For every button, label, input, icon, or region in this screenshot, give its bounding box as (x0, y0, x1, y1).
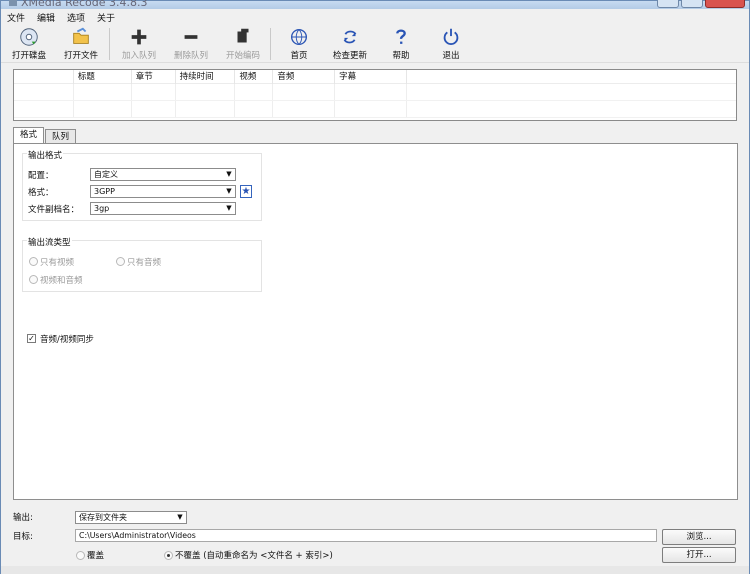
stream-type-group: 输出流类型 只有视频 只有音频 视频和音频 (22, 236, 262, 292)
window-controls (657, 0, 745, 8)
status-bar (1, 566, 749, 574)
encode-icon (237, 28, 249, 43)
chevron-down-icon: ▼ (226, 170, 232, 178)
open-file-label: 打开文件 (63, 51, 98, 61)
help-label: 帮助 (392, 51, 410, 61)
output-format-group: 输出格式 配置： 自定义 ▼ 格式： 3GPP ▼ ★ 文件副档名： 3gp ▼ (22, 149, 262, 221)
power-icon (443, 28, 459, 46)
file-table[interactable]: 标题 章节 持续时间 视频 音频 字幕 (13, 69, 737, 121)
target-path-input[interactable]: C:\Users\Administrator\Videos (75, 529, 657, 542)
title-bar: XMedia Recode 3.4.8.3 (1, 0, 749, 9)
exit-button[interactable]: 退出 (429, 25, 473, 63)
tab-queue[interactable]: 队列 (45, 129, 77, 143)
column-header-subtitles[interactable]: 字幕 (335, 70, 407, 84)
menu-about[interactable]: 关于 (97, 11, 115, 24)
no-overwrite-label[interactable]: 不覆盖 (自动重命名为 <文件名 + 索引>) (175, 549, 333, 561)
menu-edit[interactable]: 编辑 (37, 11, 55, 24)
output-label: 输出: (13, 513, 33, 523)
app-window: XMedia Recode 3.4.8.3 文件 编辑 选项 关于 打开碟盘 打… (0, 0, 750, 574)
menu-bar: 文件 编辑 选项 关于 (1, 10, 749, 24)
overwrite-radio[interactable] (76, 551, 85, 560)
favorite-format-button[interactable]: ★ (240, 185, 252, 198)
table-row[interactable] (14, 84, 736, 101)
video-audio-radio[interactable] (29, 275, 38, 284)
format-select[interactable]: 3GPP ▼ (90, 185, 236, 198)
remove-queue-label: 删除队列 (173, 51, 208, 61)
no-overwrite-radio[interactable] (164, 551, 173, 560)
chevron-down-icon: ▼ (226, 204, 232, 212)
toolbar-separator (109, 28, 110, 60)
start-encode-label: 开始编码 (225, 51, 260, 61)
help-button[interactable]: 帮助 (379, 25, 423, 63)
menu-file[interactable]: 文件 (7, 11, 25, 24)
video-audio-label[interactable]: 视频和音频 (40, 274, 83, 286)
menu-options[interactable]: 选项 (67, 11, 85, 24)
profile-label: 配置： (28, 171, 54, 181)
video-only-label[interactable]: 只有视频 (40, 256, 74, 268)
output-select[interactable]: 保存到文件夹 ▼ (75, 511, 187, 524)
chevron-down-icon: ▼ (177, 513, 183, 521)
table-header: 标题 章节 持续时间 视频 音频 字幕 (14, 70, 736, 84)
folder-open-icon (73, 27, 89, 44)
open-file-button[interactable]: 打开文件 (59, 25, 103, 63)
home-button[interactable]: 首页 (277, 25, 321, 63)
column-header-blank[interactable] (14, 70, 74, 84)
plus-icon (131, 29, 147, 45)
column-header-filler (407, 70, 736, 84)
column-header-chapter[interactable]: 章节 (132, 70, 176, 84)
check-update-button[interactable]: 检查更新 (328, 25, 372, 63)
toolbar: 打开碟盘 打开文件 加入队列 删除队列 开始编码 首页 检查更新 帮助 退出 (1, 25, 749, 63)
maximize-button[interactable] (681, 0, 703, 8)
target-label: 目标: (13, 532, 33, 542)
extension-select[interactable]: 3gp ▼ (90, 202, 236, 215)
extension-label: 文件副档名： (28, 205, 80, 215)
home-label: 首页 (290, 51, 308, 61)
format-panel: 输出格式 配置： 自定义 ▼ 格式： 3GPP ▼ ★ 文件副档名： 3gp ▼… (13, 143, 738, 500)
table-row[interactable] (14, 101, 736, 118)
format-label: 格式： (28, 188, 54, 198)
toolbar-separator (270, 28, 271, 60)
format-value: 3GPP (94, 187, 115, 196)
disc-icon (20, 28, 38, 46)
exit-label: 退出 (442, 51, 460, 61)
refresh-icon (343, 30, 357, 44)
check-update-label: 检查更新 (332, 51, 367, 61)
audio-only-radio[interactable] (116, 257, 125, 266)
tab-format[interactable]: 格式 (13, 127, 45, 144)
open-button[interactable]: 打开... (662, 547, 736, 563)
overwrite-label[interactable]: 覆盖 (87, 549, 104, 561)
window-title: XMedia Recode 3.4.8.3 (21, 0, 148, 9)
minus-icon (184, 35, 198, 39)
open-disc-button[interactable]: 打开碟盘 (7, 25, 51, 63)
video-only-radio[interactable] (29, 257, 38, 266)
tab-bar: 格式 队列 (13, 127, 77, 144)
open-disc-label: 打开碟盘 (11, 51, 46, 61)
stream-type-title: 输出流类型 (27, 236, 72, 248)
profile-select[interactable]: 自定义 ▼ (90, 168, 236, 181)
start-encode-button[interactable]: 开始编码 (221, 25, 265, 63)
add-queue-button[interactable]: 加入队列 (117, 25, 161, 63)
column-header-audio[interactable]: 音频 (273, 70, 336, 84)
remove-queue-button[interactable]: 删除队列 (169, 25, 213, 63)
av-sync-checkbox[interactable]: ✓ (27, 334, 36, 343)
profile-value: 自定义 (94, 170, 118, 179)
audio-only-label[interactable]: 只有音频 (127, 256, 161, 268)
extension-value: 3gp (94, 204, 110, 213)
question-icon (396, 29, 406, 44)
chevron-down-icon: ▼ (226, 187, 232, 195)
column-header-duration[interactable]: 持续时间 (176, 70, 236, 84)
av-sync-label[interactable]: 音频/视频同步 (40, 333, 94, 345)
target-path-value: C:\Users\Administrator\Videos (79, 531, 196, 540)
output-value: 保存到文件夹 (79, 513, 127, 522)
minimize-button[interactable] (657, 0, 679, 8)
star-icon: ★ (241, 186, 251, 197)
column-header-video[interactable]: 视频 (235, 70, 274, 84)
close-window-button[interactable] (705, 0, 745, 8)
output-format-title: 输出格式 (27, 149, 64, 161)
app-icon (9, 0, 17, 6)
globe-icon (290, 28, 308, 46)
column-header-title[interactable]: 标题 (74, 70, 132, 84)
add-queue-label: 加入队列 (121, 51, 156, 61)
browse-button[interactable]: 浏览... (662, 529, 736, 545)
